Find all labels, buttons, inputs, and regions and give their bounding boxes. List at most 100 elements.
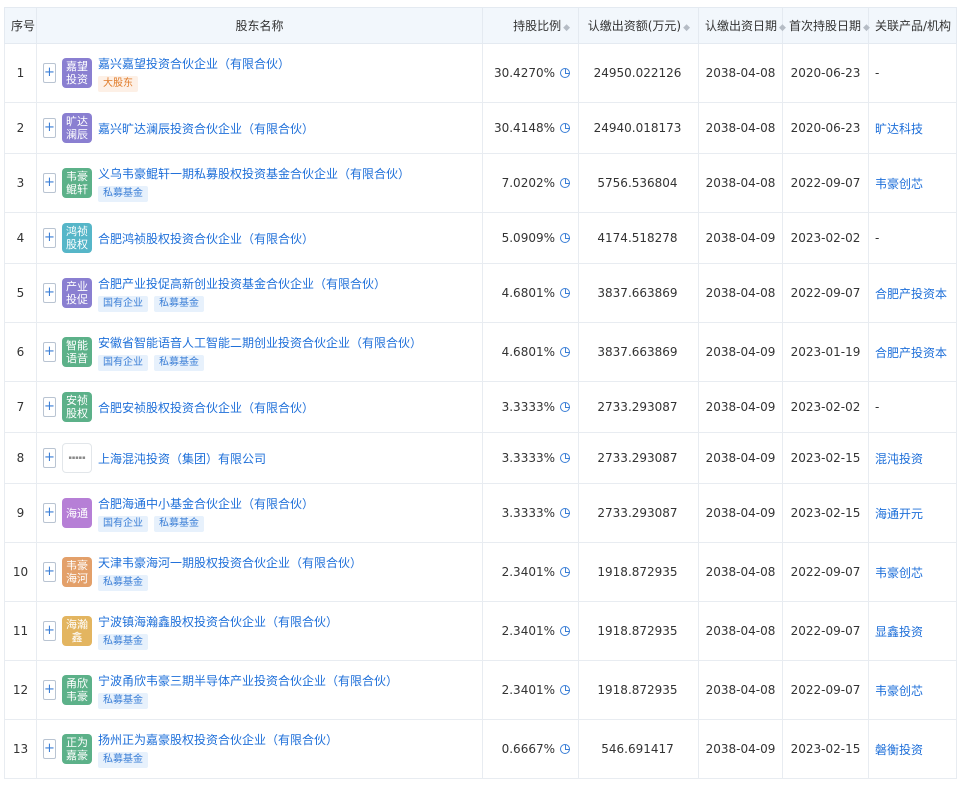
- shareholder-cell: + 海通 合肥海通中小基金合伙企业（有限合伙） 国有企业 私募基金: [36, 483, 483, 543]
- expand-plus-icon[interactable]: +: [43, 63, 56, 83]
- expand-plus-icon[interactable]: +: [43, 503, 56, 523]
- related-product-link[interactable]: 韦豪创芯: [868, 660, 957, 720]
- expand-plus-icon[interactable]: +: [43, 739, 56, 759]
- shareholder-name-link[interactable]: 义乌韦豪鲲轩一期私募股权投资基金合伙企业（有限合伙）: [98, 165, 410, 182]
- shareholder-cell: + 海瀚鑫 宁波镇海瀚鑫股权投资合伙企业（有限合伙） 私募基金: [36, 601, 483, 661]
- shareholder-table: 序号 股东名称 持股比例 ◆ 认缴出资额(万元) ◆ 认缴出资日期 ◆ 首次持股日期 ◆…: [4, 7, 957, 779]
- ratio-cell: 0.6667%: [482, 719, 579, 779]
- subscribe-date-cell: 2038-04-09: [698, 719, 783, 779]
- expand-plus-icon[interactable]: +: [43, 283, 56, 303]
- ratio-value: 3.3333%: [501, 400, 555, 414]
- shareholder-name-link[interactable]: 合肥鸿祯股权投资合伙企业（有限合伙）: [98, 230, 314, 247]
- equity-chart-icon[interactable]: [560, 347, 570, 357]
- expand-plus-icon[interactable]: +: [43, 680, 56, 700]
- related-product-link[interactable]: 显鑫投资: [868, 601, 957, 661]
- shareholder-name-link[interactable]: 安徽省智能语音人工智能二期创业投资合伙企业（有限合伙）: [98, 334, 422, 351]
- amount-cell: 1918.872935: [578, 542, 699, 602]
- amount-cell: 5756.536804: [578, 153, 699, 213]
- sort-icon[interactable]: ◆: [563, 23, 570, 33]
- equity-chart-icon[interactable]: [560, 288, 570, 298]
- col-header-date[interactable]: 认缴出资日期 ◆: [698, 7, 786, 44]
- shareholder-name-link[interactable]: 宁波甬欣韦豪三期半导体产业投资合伙企业（有限合伙）: [98, 672, 398, 689]
- expand-plus-icon[interactable]: +: [43, 228, 56, 248]
- shareholder-cell: + 正为嘉豪 扬州正为嘉豪股权投资合伙企业（有限合伙） 私募基金: [36, 719, 483, 779]
- related-product-link[interactable]: 磐衡投资: [868, 719, 957, 779]
- tag-group: 私募基金: [98, 633, 338, 650]
- equity-chart-icon[interactable]: [560, 123, 570, 133]
- shareholder-name-link[interactable]: 嘉兴旷达澜辰投资合伙企业（有限合伙）: [98, 120, 314, 137]
- equity-chart-icon[interactable]: [560, 685, 570, 695]
- shareholder-cell: + 旷达澜辰 嘉兴旷达澜辰投资合伙企业（有限合伙）: [36, 102, 483, 154]
- expand-plus-icon[interactable]: +: [43, 173, 56, 193]
- ratio-cell: 30.4148%: [482, 102, 579, 154]
- expand-plus-icon[interactable]: +: [43, 118, 56, 138]
- equity-chart-icon[interactable]: [560, 453, 570, 463]
- row-index: 3: [4, 153, 37, 213]
- related-product-link[interactable]: 合肥产投资本: [868, 322, 957, 382]
- equity-chart-icon[interactable]: [560, 68, 570, 78]
- row-index: 11: [4, 601, 37, 661]
- company-logo: 甬欣韦豪: [62, 675, 92, 705]
- related-product-link[interactable]: -: [868, 212, 957, 264]
- col-header-first-date[interactable]: 首次持股日期 ◆: [782, 7, 870, 44]
- related-product-link[interactable]: -: [868, 43, 957, 103]
- sort-icon[interactable]: ◆: [863, 23, 870, 33]
- expand-plus-icon[interactable]: +: [43, 562, 56, 582]
- amount-cell: 4174.518278: [578, 212, 699, 264]
- shareholder-name-link[interactable]: 合肥产业投促高新创业投资基金合伙企业（有限合伙）: [98, 275, 386, 292]
- related-product-link[interactable]: 合肥产投资本: [868, 263, 957, 323]
- shareholder-name-link[interactable]: 天津韦豪海河一期股权投资合伙企业（有限合伙）: [98, 554, 362, 571]
- table-row: 6 + 智能语音 安徽省智能语音人工智能二期创业投资合伙企业（有限合伙） 国有企…: [4, 322, 957, 382]
- ratio-value: 30.4270%: [493, 66, 555, 80]
- amount-cell: 2733.293087: [578, 432, 699, 484]
- col-header-amount[interactable]: 认缴出资额(万元) ◆: [578, 7, 699, 44]
- sort-icon[interactable]: ◆: [683, 23, 690, 33]
- equity-chart-icon[interactable]: [560, 744, 570, 754]
- related-product-link[interactable]: -: [868, 381, 957, 433]
- entity-tag: 国有企业: [98, 515, 148, 532]
- sort-icon[interactable]: ◆: [779, 23, 786, 33]
- col-header-ratio[interactable]: 持股比例 ◆: [482, 7, 579, 44]
- ratio-cell: 2.3401%: [482, 601, 579, 661]
- shareholder-name-link[interactable]: 合肥安祯股权投资合伙企业（有限合伙）: [98, 399, 314, 416]
- expand-plus-icon[interactable]: +: [43, 342, 56, 362]
- equity-chart-icon[interactable]: [560, 508, 570, 518]
- related-product-link[interactable]: 旷达科技: [868, 102, 957, 154]
- company-logo: 智能语音: [62, 337, 92, 367]
- subscribe-date-cell: 2038-04-09: [698, 322, 783, 382]
- equity-chart-icon[interactable]: [560, 233, 570, 243]
- related-product-link[interactable]: 混沌投资: [868, 432, 957, 484]
- expand-plus-icon[interactable]: +: [43, 621, 56, 641]
- shareholder-name-link[interactable]: 上海混沌投资（集团）有限公司: [98, 450, 266, 467]
- expand-plus-icon[interactable]: +: [43, 397, 56, 417]
- first-hold-date-cell: 2023-02-02: [782, 381, 869, 433]
- entity-tag: 私募基金: [98, 751, 148, 768]
- first-hold-date-cell: 2023-02-15: [782, 432, 869, 484]
- shareholder-name-link[interactable]: 宁波镇海瀚鑫股权投资合伙企业（有限合伙）: [98, 613, 338, 630]
- shareholder-name-link[interactable]: 合肥海通中小基金合伙企业（有限合伙）: [98, 495, 314, 512]
- equity-chart-icon[interactable]: [560, 402, 570, 412]
- table-row: 3 + 韦豪鲲轩 义乌韦豪鲲轩一期私募股权投资基金合伙企业（有限合伙） 私募基金…: [4, 153, 957, 213]
- related-product-link[interactable]: 韦豪创芯: [868, 542, 957, 602]
- first-hold-date-cell: 2023-02-15: [782, 719, 869, 779]
- first-hold-date-cell: 2022-09-07: [782, 660, 869, 720]
- related-product-link[interactable]: 韦豪创芯: [868, 153, 957, 213]
- first-hold-date-cell: 2020-06-23: [782, 102, 869, 154]
- entity-tag: 私募基金: [154, 354, 204, 371]
- equity-chart-icon[interactable]: [560, 567, 570, 577]
- ratio-value: 2.3401%: [501, 624, 555, 638]
- shareholder-name-link[interactable]: 嘉兴嘉望投资合伙企业（有限合伙）: [98, 55, 290, 72]
- first-hold-date-cell: 2022-09-07: [782, 601, 869, 661]
- equity-chart-icon[interactable]: [560, 626, 570, 636]
- row-index: 4: [4, 212, 37, 264]
- related-product-link[interactable]: 海通开元: [868, 483, 957, 543]
- amount-cell: 546.691417: [578, 719, 699, 779]
- tag-group: 国有企业 私募基金: [98, 295, 386, 312]
- amount-cell: 3837.663869: [578, 263, 699, 323]
- expand-plus-icon[interactable]: +: [43, 448, 56, 468]
- ratio-value: 4.6801%: [501, 286, 555, 300]
- ratio-value: 2.3401%: [501, 565, 555, 579]
- table-header-row: 序号 股东名称 持股比例 ◆ 认缴出资额(万元) ◆ 认缴出资日期 ◆ 首次持股日期 ◆…: [4, 7, 957, 44]
- shareholder-name-link[interactable]: 扬州正为嘉豪股权投资合伙企业（有限合伙）: [98, 731, 338, 748]
- equity-chart-icon[interactable]: [560, 178, 570, 188]
